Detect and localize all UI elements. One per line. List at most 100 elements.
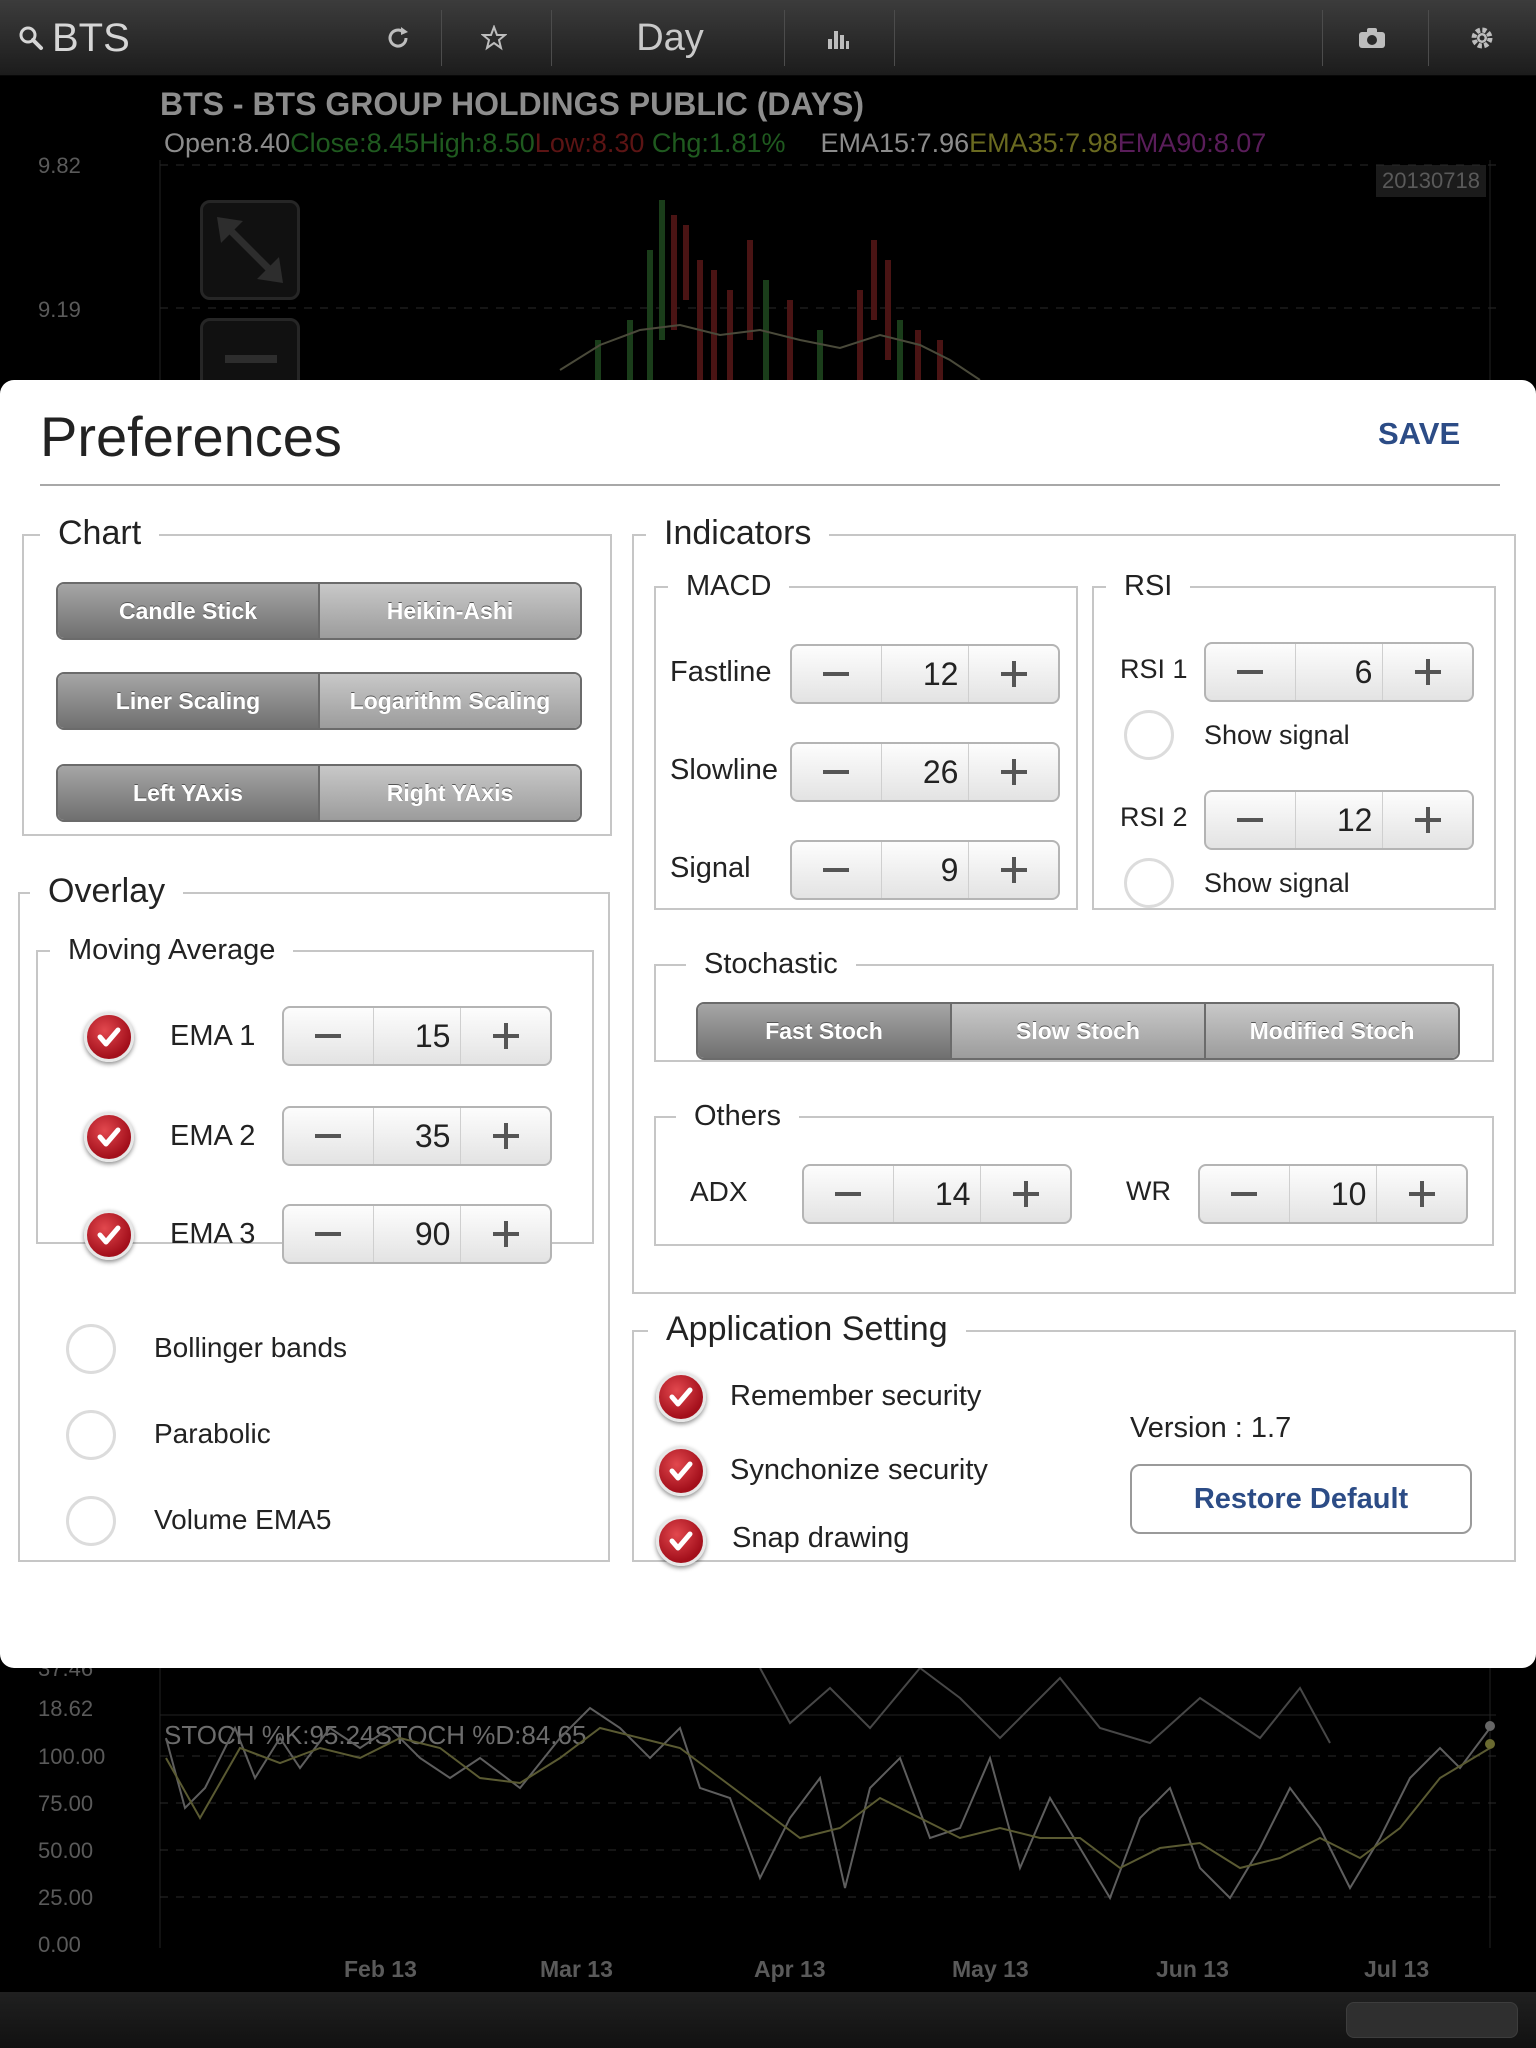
menu-icon <box>225 355 277 363</box>
increment-button[interactable] <box>1383 792 1472 848</box>
rsi2-label: RSI 2 <box>1120 802 1188 832</box>
signal-value: 9 <box>880 842 970 898</box>
scaling-toggle: Liner Scaling Logarithm Scaling <box>56 672 582 730</box>
synchronize-security-checkbox[interactable] <box>656 1446 706 1496</box>
ema3-value: 90 <box>372 1206 462 1262</box>
month-label: Apr 13 <box>754 1956 826 1982</box>
slow-stoch-option[interactable]: Slow Stoch <box>950 1004 1204 1058</box>
signal-stepper: 9 <box>790 840 1060 900</box>
snap-drawing-label: Snap drawing <box>732 1522 910 1554</box>
fast-stoch-option[interactable]: Fast Stoch <box>698 1004 950 1058</box>
ema2-checkbox[interactable] <box>84 1112 134 1162</box>
rsi2-signal-label: Show signal <box>1204 868 1350 898</box>
increment-button[interactable] <box>461 1206 550 1262</box>
candle-stick-option[interactable]: Candle Stick <box>58 584 318 638</box>
decrement-button[interactable] <box>792 842 881 898</box>
month-label: Mar 13 <box>540 1956 613 1982</box>
ema3-checkbox[interactable] <box>84 1210 134 1260</box>
volume-ema5-checkbox[interactable] <box>66 1496 116 1546</box>
ema1-stepper: 15 <box>282 1006 552 1066</box>
parabolic-checkbox[interactable] <box>66 1410 116 1460</box>
ema2-stepper: 35 <box>282 1106 552 1166</box>
fastline-value: 12 <box>880 646 970 702</box>
decrement-button[interactable] <box>804 1166 893 1222</box>
ema1-checkbox[interactable] <box>84 1012 134 1062</box>
decrement-button[interactable] <box>1200 1166 1289 1222</box>
decrement-button[interactable] <box>1206 644 1295 700</box>
rsi-legend: RSI <box>1106 568 1191 604</box>
ema2-value: 35 <box>372 1108 462 1164</box>
heikin-ashi-option[interactable]: Heikin-Ashi <box>318 584 580 638</box>
volume-ema5-label: Volume EMA5 <box>154 1504 332 1535</box>
adx-label: ADX <box>690 1176 748 1207</box>
slowline-value: 26 <box>880 744 970 800</box>
snap-drawing-checkbox[interactable] <box>656 1516 706 1566</box>
decrement-button[interactable] <box>284 1108 373 1164</box>
wr-stepper: 10 <box>1198 1164 1468 1224</box>
rsi1-label: RSI 1 <box>1120 654 1188 684</box>
decrement-button[interactable] <box>284 1008 373 1064</box>
ema2-label: EMA 2 <box>170 1120 256 1152</box>
dialog-title: Preferences <box>40 405 342 468</box>
rsi1-stepper: 6 <box>1204 642 1474 702</box>
remember-security-checkbox[interactable] <box>656 1372 706 1422</box>
checkmark-icon <box>669 1387 693 1407</box>
rsi2-signal-checkbox[interactable] <box>1124 858 1174 908</box>
modified-stoch-option[interactable]: Modified Stoch <box>1204 1004 1458 1058</box>
increment-button[interactable] <box>969 646 1058 702</box>
decrement-button[interactable] <box>792 744 881 800</box>
stochastic-legend: Stochastic <box>686 946 856 982</box>
linear-scaling-option[interactable]: Liner Scaling <box>58 674 318 728</box>
bollinger-bands-label: Bollinger bands <box>154 1332 348 1363</box>
increment-button[interactable] <box>1383 644 1472 700</box>
decrement-button[interactable] <box>792 646 881 702</box>
resize-icon <box>217 217 283 283</box>
logarithm-scaling-option[interactable]: Logarithm Scaling <box>318 674 580 728</box>
resize-tool-button[interactable] <box>200 200 300 300</box>
left-yaxis-option[interactable]: Left YAxis <box>58 766 318 820</box>
increment-button[interactable] <box>1377 1166 1466 1222</box>
adx-stepper: 14 <box>802 1164 1072 1224</box>
remember-security-label: Remember security <box>730 1380 982 1412</box>
fastline-stepper: 12 <box>790 644 1060 704</box>
overlay-legend: Overlay <box>30 870 184 912</box>
decrement-button[interactable] <box>1206 792 1295 848</box>
save-button[interactable]: SAVE <box>1378 416 1460 452</box>
increment-button[interactable] <box>461 1108 550 1164</box>
fastline-label: Fastline <box>670 656 772 688</box>
month-label: Feb 13 <box>344 1956 417 1982</box>
rsi1-value: 6 <box>1294 644 1384 700</box>
moving-average-legend: Moving Average <box>50 932 294 968</box>
chart-type-toggle: Candle Stick Heikin-Ashi <box>56 582 582 640</box>
rsi2-stepper: 12 <box>1204 790 1474 850</box>
slowline-stepper: 26 <box>790 742 1060 802</box>
signal-label: Signal <box>670 852 751 884</box>
bollinger-bands-checkbox[interactable] <box>66 1324 116 1374</box>
scroll-thumb[interactable] <box>1346 2002 1518 2038</box>
decrement-button[interactable] <box>284 1206 373 1262</box>
app-root: BTS Day BTS - BTS GROUP HOLDINGS PUBLIC … <box>0 0 1536 2048</box>
chart-scroll-bar <box>0 1992 1536 2048</box>
month-label: Jul 13 <box>1364 1956 1430 1982</box>
checkmark-icon <box>97 1127 121 1147</box>
macd-legend: MACD <box>668 568 790 604</box>
checkmark-icon <box>97 1225 121 1245</box>
right-yaxis-option[interactable]: Right YAxis <box>318 766 580 820</box>
adx-value: 14 <box>892 1166 982 1222</box>
parabolic-label: Parabolic <box>154 1418 271 1449</box>
increment-button[interactable] <box>969 744 1058 800</box>
title-divider <box>40 484 1500 486</box>
ema3-label: EMA 3 <box>170 1218 256 1250</box>
indicators-legend: Indicators <box>646 512 830 554</box>
ma-group: Moving Average <box>36 932 594 1244</box>
ema1-label: EMA 1 <box>170 1020 256 1052</box>
ema3-stepper: 90 <box>282 1204 552 1264</box>
increment-button[interactable] <box>981 1166 1070 1222</box>
increment-button[interactable] <box>461 1008 550 1064</box>
increment-button[interactable] <box>969 842 1058 898</box>
rsi1-signal-checkbox[interactable] <box>1124 710 1174 760</box>
wr-label: WR <box>1126 1176 1171 1206</box>
slowline-label: Slowline <box>670 754 778 786</box>
restore-default-button[interactable]: Restore Default <box>1130 1464 1472 1534</box>
month-label: Jun 13 <box>1156 1956 1229 1982</box>
